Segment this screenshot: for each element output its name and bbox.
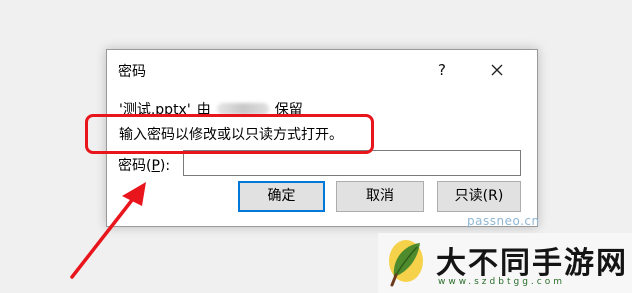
logo-text: 大不同手游网 [436,246,628,281]
password-label-suffix: ): [159,158,171,174]
leaf-logo-icon [389,240,423,287]
screenshot-canvas: 密码 ? '测试.pptx' 由 保留 输入密码以修改或以只读方式打开。 密码(… [0,0,632,293]
password-label: 密码(P): [118,155,170,175]
ok-button[interactable]: 确定 [238,181,325,212]
dialog-title: 密码 [118,64,146,80]
password-label-prefix: 密码( [118,158,152,174]
annotation-highlight-box [85,114,374,154]
cancel-button[interactable]: 取消 [336,181,424,212]
readonly-button[interactable]: 只读(R) [437,181,521,212]
logo-url: www.szdbtgg.com [438,277,565,287]
close-icon[interactable] [485,60,509,80]
passneo-watermark: passneo.cn [467,214,540,228]
help-button[interactable]: ? [429,59,455,81]
password-label-accesskey: P [151,158,160,174]
site-logo-watermark: 大不同手游网 www.szdbtgg.com [378,233,632,293]
dialog-titlebar: 密码 ? [107,50,537,88]
